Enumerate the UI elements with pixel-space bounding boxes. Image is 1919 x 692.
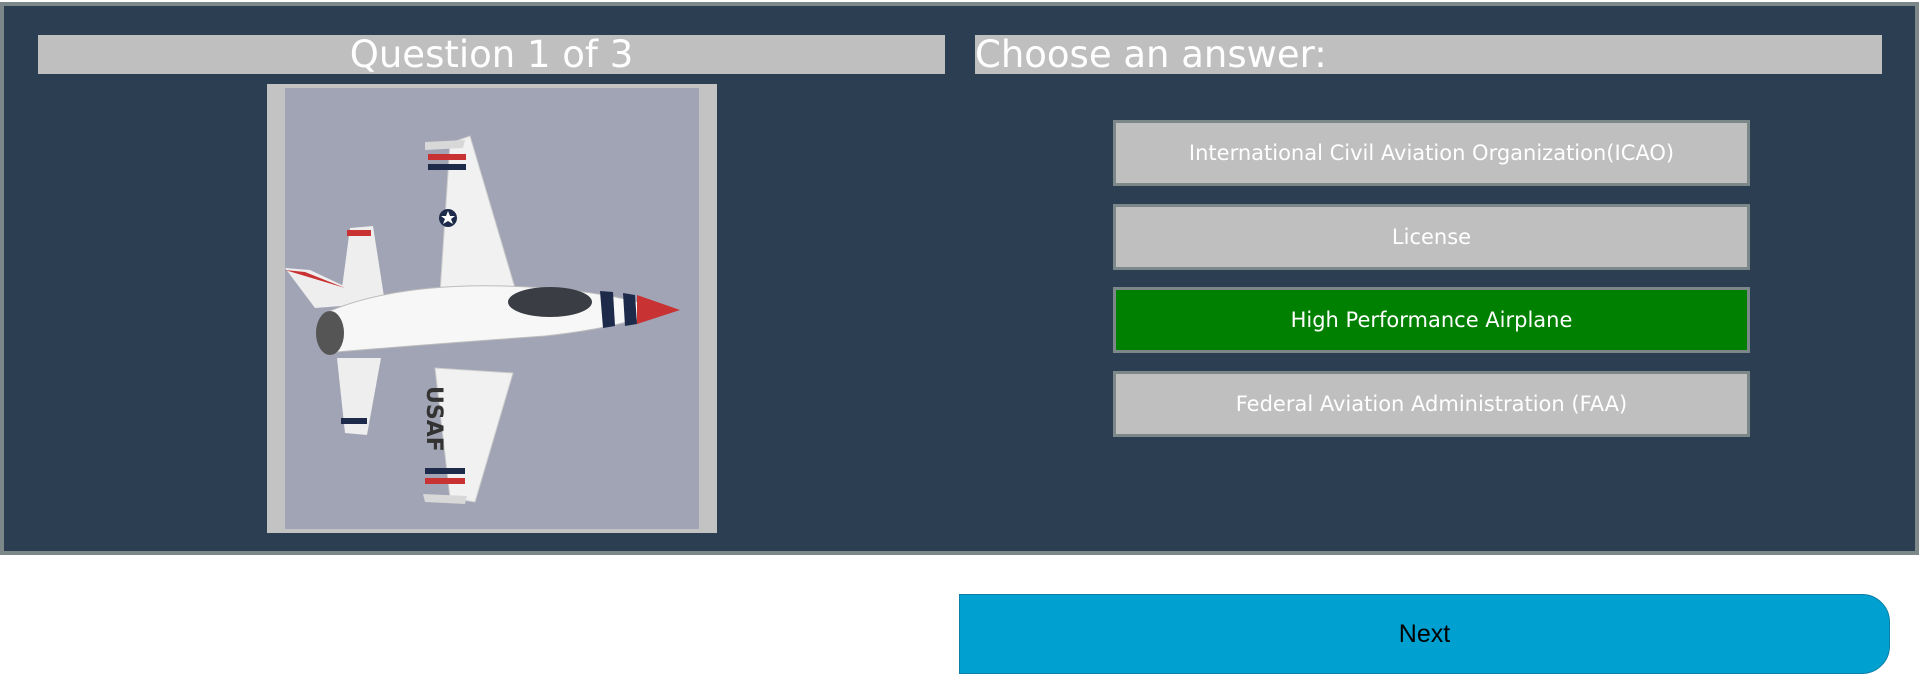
svg-text:USAF: USAF (421, 386, 446, 452)
quiz-panel: Question 1 of 3 Choose an answer: USAF I… (0, 2, 1919, 555)
answer-option-icao[interactable]: International Civil Aviation Organizatio… (1113, 120, 1750, 186)
answer-option-license[interactable]: License (1113, 204, 1750, 270)
question-image: USAF (267, 84, 717, 533)
answer-prompt: Choose an answer: (975, 35, 1882, 74)
question-counter: Question 1 of 3 (38, 35, 945, 74)
answer-option-high-performance-airplane[interactable]: High Performance Airplane (1113, 287, 1750, 353)
answer-option-faa[interactable]: Federal Aviation Administration (FAA) (1113, 371, 1750, 437)
next-button[interactable]: Next (959, 594, 1890, 674)
fighter-jet-image: USAF (285, 88, 699, 529)
